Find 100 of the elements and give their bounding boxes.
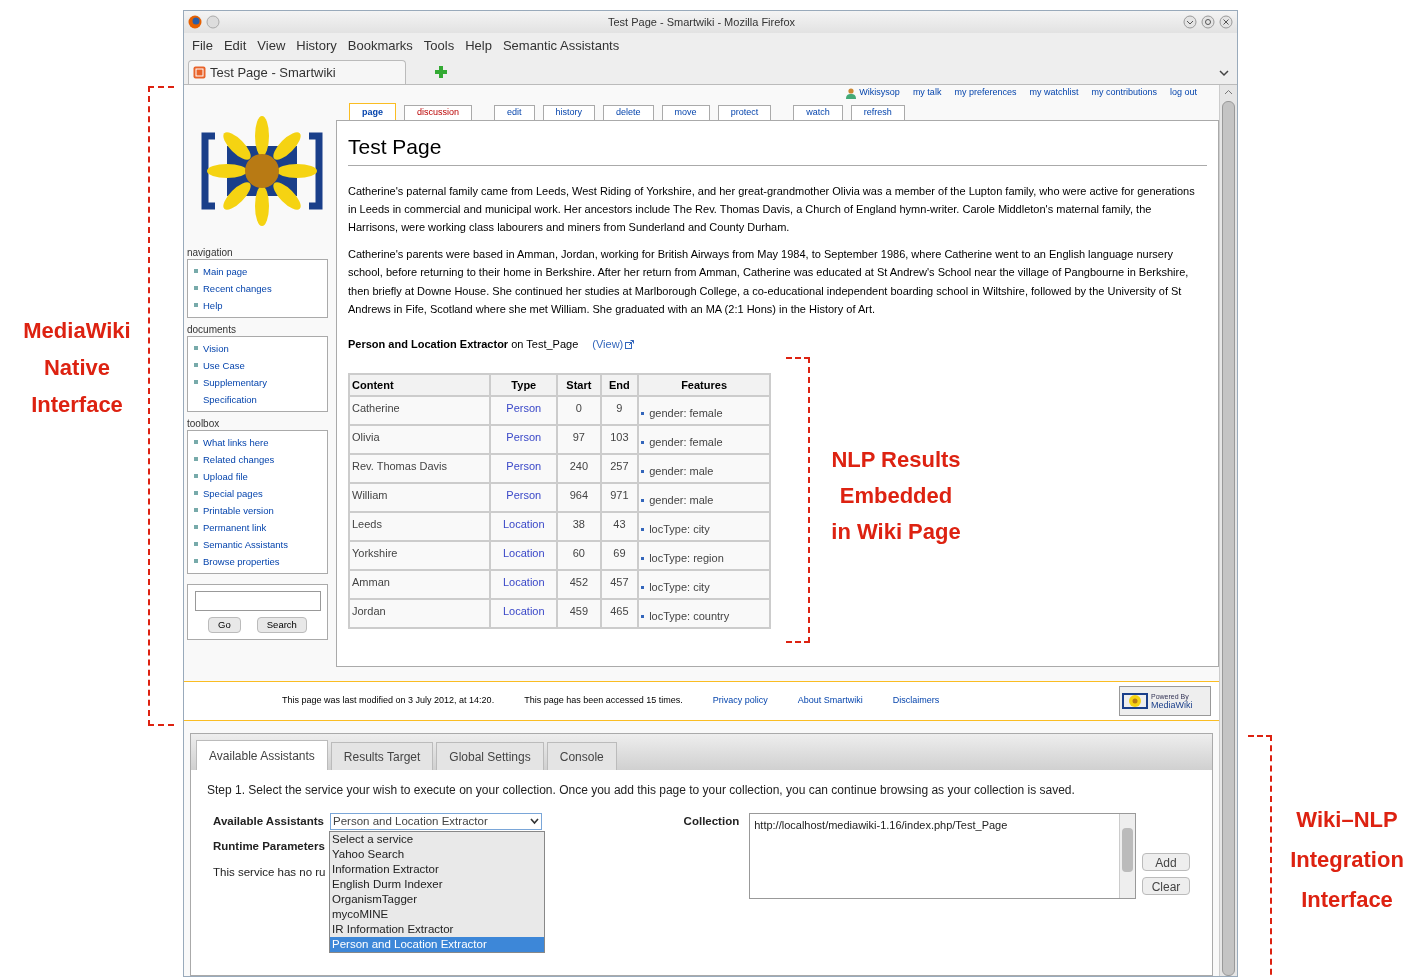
bullet-icon bbox=[641, 499, 645, 503]
sidebar-link[interactable]: Browse properties bbox=[203, 553, 303, 570]
page-tab[interactable]: edit bbox=[494, 105, 535, 120]
user-icon bbox=[846, 87, 857, 99]
sidebar-link[interactable]: Semantic Assistants bbox=[203, 536, 303, 553]
close-icon[interactable] bbox=[1219, 15, 1233, 29]
personal-link[interactable]: my preferences bbox=[954, 86, 1017, 100]
personal-link[interactable]: my watchlist bbox=[1029, 86, 1079, 100]
sidebar-link[interactable]: Vision bbox=[203, 340, 303, 357]
dropdown-option[interactable]: Information Extractor bbox=[330, 862, 544, 878]
table-cell: 240 bbox=[557, 453, 601, 483]
sidebar-link[interactable]: Printable version bbox=[203, 502, 303, 519]
table-cell: 43 bbox=[600, 511, 639, 541]
new-tab-icon[interactable] bbox=[434, 65, 448, 79]
menu-item[interactable]: Bookmarks bbox=[347, 36, 413, 56]
bullet-icon bbox=[641, 470, 645, 474]
sidebar-link[interactable]: Recent changes bbox=[203, 280, 303, 297]
window-title: Test Page - Smartwiki - Mozilla Firefox bbox=[607, 14, 795, 30]
table-cell: Leeds bbox=[349, 511, 491, 541]
menu-item[interactable]: Edit bbox=[223, 36, 247, 56]
table-cell: Rev. Thomas Davis bbox=[349, 453, 491, 483]
page-tab[interactable]: page bbox=[349, 103, 396, 120]
sidebar-link[interactable]: Use Case bbox=[203, 357, 303, 374]
column-header: Content bbox=[349, 373, 491, 396]
tab-list-icon[interactable] bbox=[1219, 69, 1229, 77]
column-header: Features bbox=[638, 373, 770, 396]
table-cell: Jordan bbox=[349, 598, 491, 628]
footer-link[interactable]: Privacy policy bbox=[712, 694, 768, 708]
personal-link[interactable]: my contributions bbox=[1091, 86, 1157, 100]
page-tab[interactable]: protect bbox=[717, 105, 772, 120]
user-link[interactable]: Wikisysop bbox=[846, 86, 900, 100]
runtime-parameters-text: This service has no ru bbox=[213, 864, 326, 880]
sidebar-link[interactable]: Help bbox=[203, 297, 303, 314]
collection-scrollbar[interactable] bbox=[1119, 814, 1135, 898]
portlet-heading: documents bbox=[187, 324, 237, 336]
bullet-icon bbox=[641, 615, 645, 619]
page-scrollbar[interactable] bbox=[1219, 85, 1237, 976]
collection-button[interactable]: Clear bbox=[1142, 877, 1190, 895]
page-tab[interactable]: refresh bbox=[850, 105, 905, 120]
dropdown-option[interactable]: Yahoo Search bbox=[330, 847, 544, 863]
search-button[interactable]: Go bbox=[208, 617, 241, 633]
dropdown-option[interactable]: OrganismTagger bbox=[330, 892, 544, 908]
personal-link[interactable]: my talk bbox=[912, 86, 942, 100]
menu-item[interactable]: File bbox=[192, 36, 213, 56]
menu-item[interactable]: Tools bbox=[423, 36, 455, 56]
window-menu-icon[interactable] bbox=[206, 15, 220, 29]
page-tab[interactable]: move bbox=[661, 105, 710, 120]
bullet-icon bbox=[641, 441, 645, 445]
field-label: Collection bbox=[683, 814, 740, 829]
table-cell: Yorkshire bbox=[349, 540, 491, 570]
page-tab[interactable]: discussion bbox=[404, 105, 473, 120]
assistant-tab[interactable]: Global Settings bbox=[436, 742, 544, 770]
footer-text: This page has been accessed 15 times. bbox=[524, 694, 683, 708]
collection-button[interactable]: Add bbox=[1142, 853, 1190, 871]
footer-link[interactable]: Disclaimers bbox=[892, 694, 940, 708]
personal-link[interactable]: log out bbox=[1169, 86, 1197, 100]
table-cell: Olivia bbox=[349, 424, 491, 454]
scroll-up-icon[interactable] bbox=[1224, 89, 1233, 95]
dropdown-option[interactable]: mycoMINE bbox=[330, 907, 544, 923]
assistant-tab[interactable]: Results Target bbox=[330, 742, 434, 770]
page-tab[interactable]: watch bbox=[793, 105, 843, 120]
sidebar-link[interactable]: What links here bbox=[203, 434, 303, 451]
search-field[interactable] bbox=[194, 591, 321, 611]
dropdown-option[interactable]: Select a service bbox=[330, 832, 544, 848]
table-cell: 60 bbox=[557, 540, 601, 570]
view-link[interactable]: (View) bbox=[592, 336, 635, 353]
annotation-label: Integration bbox=[1290, 846, 1404, 874]
browser-tab[interactable]: Test Page - Smartwiki bbox=[188, 60, 406, 84]
sidebar-link[interactable]: Permanent link bbox=[203, 519, 303, 536]
collection-field[interactable]: http://localhost/mediawiki-1.16/index.php/Test_Page bbox=[749, 813, 1136, 899]
sidebar-link[interactable]: Related changes bbox=[203, 451, 303, 468]
search-button[interactable]: Search bbox=[256, 617, 307, 633]
sidebar-link[interactable]: Upload file bbox=[203, 468, 303, 485]
sidebar-link[interactable]: Main page bbox=[203, 263, 303, 280]
assistant-tab[interactable]: Console bbox=[546, 742, 617, 770]
table-cell: 459 bbox=[557, 598, 601, 628]
portlet-heading: toolbox bbox=[187, 418, 221, 430]
page-tab[interactable]: history bbox=[542, 105, 596, 120]
assistant-tab[interactable]: Available Assistants bbox=[196, 740, 328, 770]
maximize-icon[interactable] bbox=[1201, 15, 1215, 29]
minimize-icon[interactable] bbox=[1183, 15, 1197, 29]
menu-item[interactable]: History bbox=[296, 36, 337, 56]
dropdown-option[interactable]: Person and Location Extractor bbox=[330, 937, 544, 953]
bullet-icon bbox=[194, 491, 198, 495]
table-cell-text: locType: region bbox=[649, 551, 724, 567]
menu-item[interactable]: Help bbox=[465, 36, 492, 56]
footer-link[interactable]: About Smartwiki bbox=[797, 694, 863, 708]
page-tab[interactable]: delete bbox=[603, 105, 654, 120]
menu-item[interactable]: View bbox=[257, 36, 286, 56]
menu-item[interactable]: Semantic Assistants bbox=[502, 36, 620, 56]
annotation-label: Interface bbox=[31, 391, 123, 419]
sidebar-link[interactable]: Special pages bbox=[203, 485, 303, 502]
sidebar-link[interactable]: Supplementary Specification bbox=[203, 374, 303, 408]
sunflower-icon bbox=[1122, 692, 1148, 710]
bullet-icon bbox=[194, 380, 198, 384]
footer-text: This page was last modified on 3 July 2012, at 14:20. bbox=[282, 694, 495, 708]
bullet-icon bbox=[194, 508, 198, 512]
dropdown-option[interactable]: IR Information Extractor bbox=[330, 922, 544, 938]
dropdown-option[interactable]: English Durm Indexer bbox=[330, 877, 544, 893]
annotation-label: MediaWiki bbox=[23, 317, 131, 345]
